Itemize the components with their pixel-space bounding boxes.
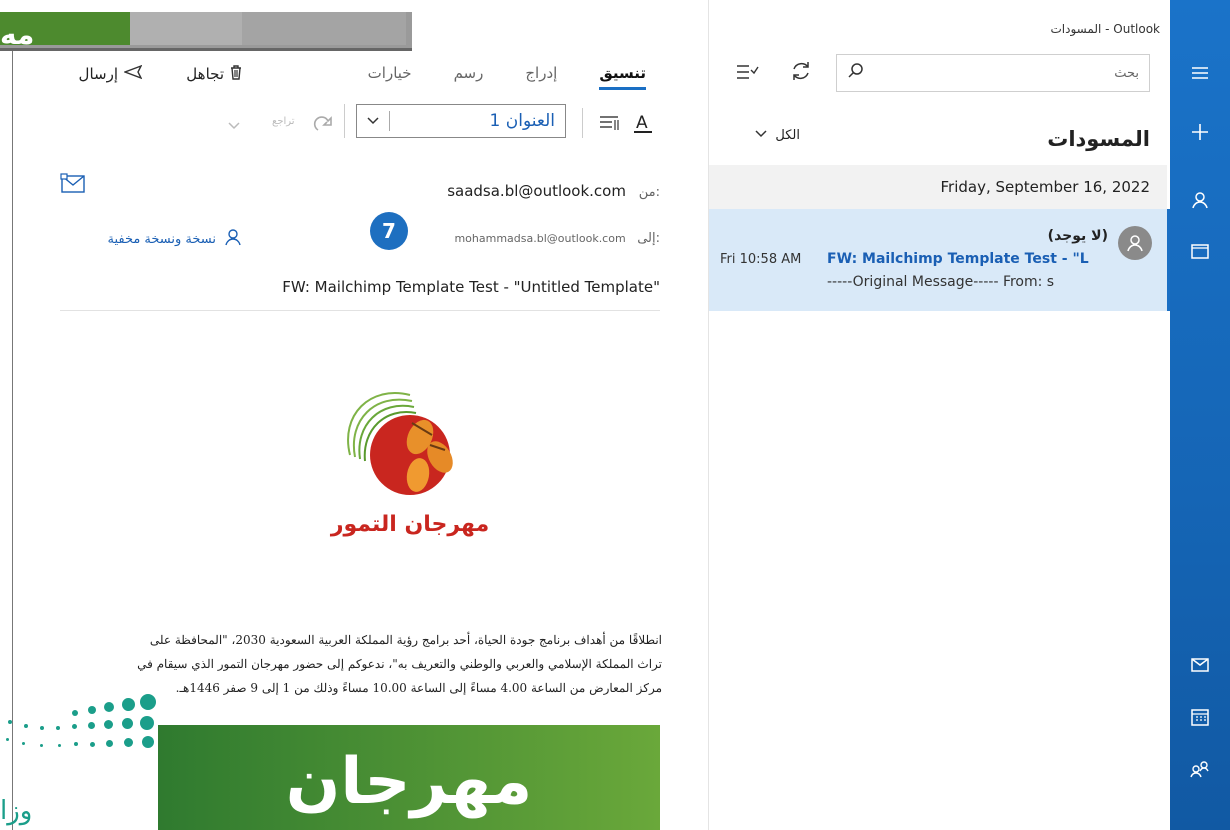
subject-divider xyxy=(60,310,660,311)
trash-icon xyxy=(228,64,244,84)
person-icon xyxy=(224,228,242,250)
tab-draw[interactable]: رسم xyxy=(454,64,484,90)
cc-bcc-button[interactable]: نسخة ونسخة مخفية xyxy=(62,228,242,250)
hamburger-icon[interactable] xyxy=(1185,58,1215,88)
ministry-logo xyxy=(0,690,165,780)
message-time: Fri 10:58 AM xyxy=(720,252,802,267)
send-button[interactable]: إرسال xyxy=(62,64,143,84)
undo-label: تراجع xyxy=(272,116,295,127)
avatar xyxy=(1118,226,1152,260)
folder-title: المسودات xyxy=(1047,127,1150,151)
tab-format[interactable]: تنسيق xyxy=(599,64,646,90)
discard-button[interactable]: تجاهل xyxy=(160,64,244,84)
message-subject-text: FW: Mailchimp Template Test - "L xyxy=(827,251,1089,267)
logo-caption: مهرجان التمور xyxy=(330,512,490,537)
message-subject: FW: Mailchimp Template Test - "L xyxy=(827,251,1112,267)
discard-label: تجاهل xyxy=(186,65,224,83)
folder-icon[interactable] xyxy=(1185,236,1215,266)
message-sender: (لا يوجد) xyxy=(1047,228,1108,244)
body-line: تراث المملكة الإسلامي والعربي والوطني وا… xyxy=(137,657,662,671)
person-icon[interactable] xyxy=(1185,185,1215,215)
to-value: mohammadsa.bl@outlook.com xyxy=(454,232,626,245)
toolbar-divider xyxy=(582,108,583,138)
filter-dropdown[interactable]: الكل xyxy=(730,128,800,143)
overlay-top-strip xyxy=(0,0,412,12)
select-mode-icon[interactable] xyxy=(735,62,759,86)
svg-text:A: A xyxy=(636,113,648,133)
search-placeholder: بحث xyxy=(1114,65,1139,81)
search-icon[interactable] xyxy=(847,62,865,84)
from-value: saadsa.bl@outlook.com xyxy=(447,182,626,200)
cc-bcc-label: نسخة ونسخة مخفية xyxy=(107,231,216,247)
ribbon-tabs: تنسيق إدراج رسم خيارات xyxy=(330,64,646,90)
chevron-down-icon[interactable] xyxy=(228,116,240,135)
message-preview: -----Original Message----- From: s xyxy=(827,274,1055,290)
date-header: Friday, September 16, 2022 xyxy=(940,178,1150,196)
overlay-fragment-text: مه xyxy=(0,18,35,51)
body-line: انطلاقًا من أهداف برنامج جودة الحياة، أح… xyxy=(149,633,662,647)
toolbar-divider xyxy=(344,104,345,138)
calendar-icon[interactable] xyxy=(1185,702,1215,732)
to-label: إلى: xyxy=(637,231,660,246)
font-color-button[interactable]: A xyxy=(628,108,658,138)
folder-pane xyxy=(708,0,1171,830)
chevron-down-icon xyxy=(755,128,767,143)
festival-logo xyxy=(330,375,490,505)
envelope-icon[interactable] xyxy=(60,173,88,197)
sync-icon[interactable] xyxy=(790,60,812,86)
nav-rail xyxy=(1170,0,1230,830)
mail-icon[interactable] xyxy=(1185,650,1215,680)
from-row: saadsa.bl@outlook.com من: xyxy=(440,182,660,200)
style-value: العنوان 1 xyxy=(489,111,555,131)
people-icon[interactable] xyxy=(1185,754,1215,784)
callout-badge: 7 xyxy=(370,212,408,250)
ministry-logo-text: وزا xyxy=(0,796,33,826)
banner-text: مهرجان xyxy=(285,745,533,819)
filter-label: الكل xyxy=(775,128,800,143)
from-label: من: xyxy=(638,185,660,200)
window-title: المسودات - Outlook xyxy=(1050,22,1161,36)
send-label: إرسال xyxy=(78,65,118,83)
style-dropdown[interactable]: العنوان 1 xyxy=(356,104,566,138)
subject-field[interactable]: FW: Mailchimp Template Test - "Untitled … xyxy=(240,278,660,296)
search-input[interactable]: بحث xyxy=(836,54,1150,92)
to-row[interactable]: mohammadsa.bl@outlook.com إلى: xyxy=(420,231,660,246)
plus-icon[interactable] xyxy=(1185,117,1215,147)
chevron-down-icon xyxy=(367,111,390,131)
redo-icon[interactable] xyxy=(312,112,336,136)
tab-options[interactable]: خيارات xyxy=(368,64,412,90)
send-icon xyxy=(123,64,143,84)
tab-insert[interactable]: إدراج xyxy=(525,64,557,90)
outlook-window: تنسيق إدراج رسم خيارات تجاهل إرسال A الع… xyxy=(0,0,1230,830)
paragraph-format-icon[interactable] xyxy=(594,108,624,138)
